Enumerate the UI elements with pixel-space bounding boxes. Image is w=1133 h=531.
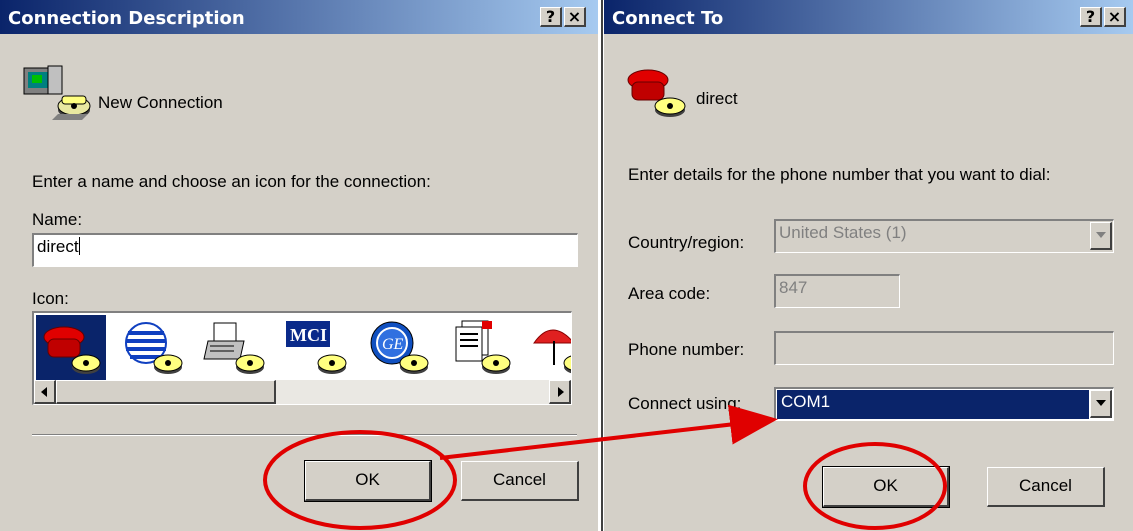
ge-phone-icon[interactable]: GE — [364, 315, 434, 381]
connection-description-dialog: Connection Description ? × New Connectio… — [0, 0, 598, 531]
connect-to-dialog: Connect To ? × direct Enter details for … — [604, 0, 1133, 531]
red-phone-icon — [627, 69, 686, 117]
prompt-text: Enter a name and choose an icon for the … — [32, 172, 431, 191]
name-input[interactable]: direct — [32, 233, 578, 267]
connection-name-label: direct — [696, 89, 738, 108]
mci-phone-icon[interactable]: MCI — [282, 315, 352, 381]
country-select-value: United States (1) — [779, 223, 907, 242]
area-code-label: Area code: — [628, 284, 711, 303]
chevron-down-icon[interactable] — [1090, 390, 1112, 418]
phone-number-input[interactable] — [774, 331, 1114, 365]
svg-text:GE: GE — [382, 336, 404, 353]
chevron-down-icon[interactable] — [1090, 222, 1112, 250]
help-button[interactable]: ? — [540, 7, 562, 27]
separator — [32, 434, 577, 436]
cancel-button[interactable]: Cancel — [987, 467, 1105, 507]
icon-list[interactable]: MCI GE — [32, 311, 572, 405]
title-bar: Connect To ? × — [604, 0, 1133, 34]
divider-line — [601, 0, 603, 531]
fax-phone-icon[interactable] — [200, 315, 270, 381]
area-code-input[interactable]: 847 — [774, 274, 900, 308]
country-label: Country/region: — [628, 233, 745, 252]
svg-text:MCI: MCI — [290, 325, 327, 345]
umbrella-phone-icon[interactable] — [528, 315, 571, 381]
title-bar: Connection Description ? × — [0, 0, 598, 34]
dialog-title: Connection Description — [8, 8, 245, 29]
ok-button[interactable]: OK — [822, 466, 950, 508]
icon-label: Icon: — [32, 289, 69, 308]
close-button[interactable]: × — [564, 7, 586, 27]
scroll-left-icon[interactable] — [34, 380, 56, 404]
scroll-thumb[interactable] — [56, 380, 276, 404]
computer-phone-icon — [23, 65, 91, 120]
connect-using-label: Connect using: — [628, 394, 742, 413]
horizontal-scrollbar[interactable] — [34, 380, 571, 404]
globe-phone-icon[interactable] — [118, 315, 188, 381]
connect-using-value: COM1 — [777, 390, 1089, 419]
ok-button[interactable]: OK — [304, 460, 432, 502]
prompt-text: Enter details for the phone number that … — [628, 165, 1051, 184]
text-cursor — [78, 237, 80, 255]
scroll-right-icon[interactable] — [549, 380, 571, 404]
connection-name-label: New Connection — [98, 93, 223, 112]
close-button[interactable]: × — [1104, 7, 1126, 27]
connect-using-select[interactable]: COM1 — [774, 387, 1114, 421]
country-select[interactable]: United States (1) — [774, 219, 1114, 253]
help-button[interactable]: ? — [1080, 7, 1102, 27]
phone-number-label: Phone number: — [628, 340, 745, 359]
name-label: Name: — [32, 210, 83, 229]
area-code-value: 847 — [779, 278, 808, 297]
document-phone-icon[interactable] — [446, 315, 516, 381]
name-input-value: direct — [37, 237, 79, 256]
red-phone-icon[interactable] — [36, 315, 106, 381]
cancel-button[interactable]: Cancel — [461, 461, 579, 501]
dialog-title: Connect To — [612, 8, 724, 29]
